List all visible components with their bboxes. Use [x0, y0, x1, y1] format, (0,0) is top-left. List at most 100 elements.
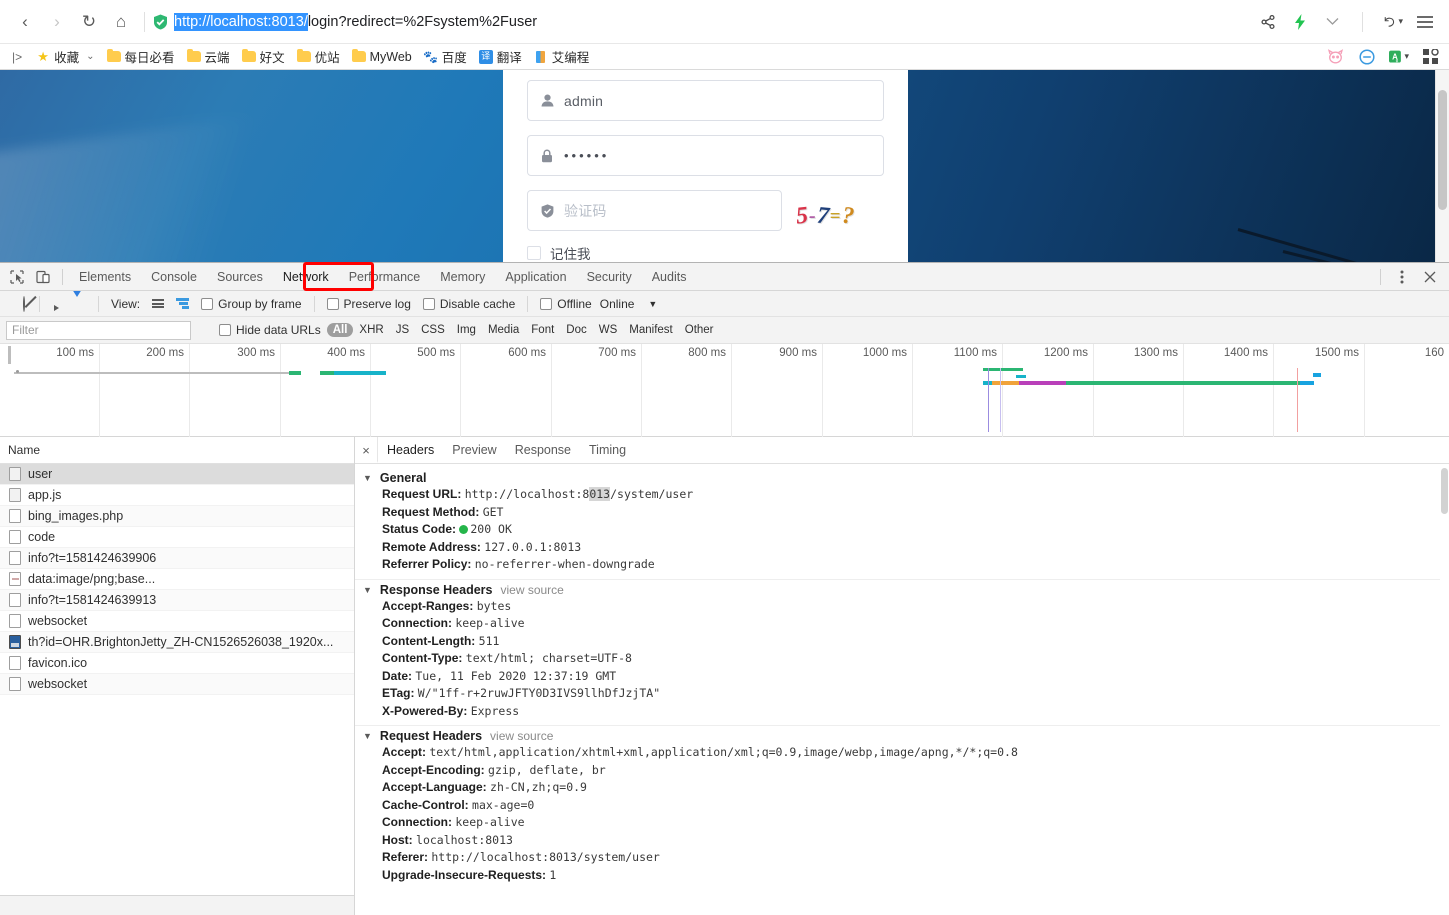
extensions-grid-icon[interactable] — [1421, 47, 1441, 67]
table-row[interactable]: data:image/png;base... — [0, 569, 354, 590]
throttling-caret-icon[interactable]: ▼ — [640, 299, 663, 309]
reload-icon[interactable]: ↻ — [74, 7, 104, 37]
response-headers-title[interactable]: ▼ Response Headers view source — [355, 583, 1449, 597]
type-filter-css[interactable]: CSS — [415, 323, 451, 337]
view-source-link[interactable]: view source — [490, 729, 553, 743]
username-field[interactable]: admin — [527, 80, 884, 121]
general-section-title[interactable]: ▼ General — [355, 471, 1449, 485]
share-icon[interactable] — [1258, 12, 1278, 32]
inspect-element-icon[interactable] — [4, 265, 30, 289]
chevron-down-icon[interactable] — [1322, 12, 1342, 32]
bookmark-item-youzhan[interactable]: 优站 — [291, 45, 346, 68]
lightning-icon[interactable] — [1290, 12, 1310, 32]
home-icon[interactable]: ⌂ — [106, 7, 136, 37]
tab-memory[interactable]: Memory — [430, 263, 495, 291]
type-filter-img[interactable]: Img — [451, 323, 482, 337]
clear-button[interactable] — [15, 295, 33, 312]
table-row[interactable]: info?t=1581424639913 — [0, 590, 354, 611]
type-filter-other[interactable]: Other — [679, 323, 720, 337]
device-toolbar-icon[interactable] — [30, 265, 56, 289]
bookmark-item-yunduan[interactable]: 云端 — [181, 45, 236, 68]
detail-scrollbar[interactable] — [1440, 464, 1449, 915]
bookmark-item-meiribikan[interactable]: 每日必看 — [101, 45, 181, 68]
type-filter-all[interactable]: All — [326, 323, 354, 337]
bookmark-item-aibiancheng[interactable]: 艾编程 — [528, 45, 596, 68]
type-filter-font[interactable]: Font — [525, 323, 560, 337]
table-row[interactable]: bing_images.php — [0, 506, 354, 527]
throttling-select[interactable]: Online — [598, 297, 641, 311]
list-view-icon[interactable] — [146, 299, 170, 308]
tab-timing[interactable]: Timing — [580, 437, 635, 463]
more-options-icon[interactable] — [1389, 265, 1415, 289]
waterfall-view-icon[interactable] — [170, 298, 195, 309]
table-row[interactable]: favicon.ico — [0, 653, 354, 674]
triangle-down-icon[interactable]: ▼ — [363, 731, 372, 741]
captcha-field[interactable]: 验证码 — [527, 190, 782, 231]
forward-icon[interactable]: › — [42, 7, 72, 37]
triangle-down-icon[interactable]: ▼ — [363, 473, 372, 483]
back-icon[interactable]: ‹ — [10, 7, 40, 37]
disable-cache-checkbox[interactable] — [422, 297, 435, 310]
table-row[interactable]: app.js — [0, 485, 354, 506]
password-field[interactable]: •••••• — [527, 135, 884, 176]
view-source-link[interactable]: view source — [500, 583, 563, 597]
table-row[interactable]: info?t=1581424639906 — [0, 548, 354, 569]
tab-sources[interactable]: Sources — [207, 263, 273, 291]
offline-checkbox[interactable] — [540, 297, 553, 310]
hide-data-urls-option[interactable]: Hide data URLs — [213, 323, 327, 337]
tab-network[interactable]: Network — [273, 263, 339, 291]
table-row[interactable]: user — [0, 464, 354, 485]
tab-preview[interactable]: Preview — [443, 437, 505, 463]
network-overview-timeline[interactable]: 100 ms 200 ms 300 ms 400 ms 500 ms 600 m… — [0, 344, 1449, 437]
tab-application[interactable]: Application — [495, 263, 576, 291]
address-bar[interactable]: http://localhost:8013/login?redirect=%2F… — [153, 7, 1258, 37]
type-filter-media[interactable]: Media — [482, 323, 525, 337]
history-back-icon[interactable]: ▾ — [1383, 12, 1403, 32]
translate-ext-icon[interactable]: Aᵩ ▾ — [1389, 47, 1409, 67]
page-scrollbar[interactable] — [1435, 70, 1449, 262]
remember-me-row[interactable]: 记住我 — [527, 243, 884, 262]
tab-audits[interactable]: Audits — [642, 263, 697, 291]
type-filter-doc[interactable]: Doc — [560, 323, 592, 337]
table-row[interactable]: code — [0, 527, 354, 548]
disable-cache-option[interactable]: Disable cache — [417, 297, 521, 311]
bookmark-item-haowen[interactable]: 好文 — [236, 45, 291, 68]
type-filter-xhr[interactable]: XHR — [353, 323, 389, 337]
close-devtools-icon[interactable] — [1417, 265, 1443, 289]
tab-response[interactable]: Response — [506, 437, 580, 463]
group-by-frame-checkbox[interactable] — [201, 297, 214, 310]
triangle-down-icon[interactable]: ▼ — [363, 585, 372, 595]
table-row[interactable]: websocket — [0, 674, 354, 695]
table-row[interactable]: th?id=OHR.BrightonJetty_ZH-CN1526526038_… — [0, 632, 354, 653]
bookmark-item-fanyi[interactable]: 译 翻译 — [473, 45, 528, 68]
requests-list[interactable]: user app.js bing_images.php code info?t=… — [0, 464, 354, 895]
requests-column-header[interactable]: Name — [0, 437, 354, 464]
captcha-image[interactable]: 5 - 7 = ? — [795, 202, 855, 230]
bookmark-item-baidu[interactable]: 🐾 百度 — [418, 45, 473, 68]
cat-icon[interactable] — [1325, 47, 1345, 67]
tab-headers[interactable]: Headers — [377, 437, 444, 463]
table-row[interactable]: websocket — [0, 611, 354, 632]
tab-console[interactable]: Console — [141, 263, 207, 291]
page-scrollbar-thumb[interactable] — [1438, 90, 1447, 210]
request-headers-title[interactable]: ▼ Request Headers view source — [355, 729, 1449, 743]
preserve-log-option[interactable]: Preserve log — [321, 297, 417, 311]
tab-security[interactable]: Security — [577, 263, 642, 291]
group-by-frame-option[interactable]: Group by frame — [195, 297, 307, 311]
hide-data-urls-checkbox[interactable] — [219, 324, 231, 336]
chevron-down-icon[interactable]: ⌄ — [86, 51, 94, 62]
offline-option[interactable]: Offline — [534, 297, 597, 311]
bookmarks-overflow-icon[interactable]: |> — [8, 50, 30, 64]
bookmark-item-shoucang[interactable]: ★ 收藏 ⌄ — [30, 45, 100, 68]
type-filter-manifest[interactable]: Manifest — [623, 323, 678, 337]
detail-scrollbar-thumb[interactable] — [1441, 468, 1448, 514]
filter-icon[interactable] — [62, 285, 92, 311]
filter-input[interactable]: Filter — [6, 320, 191, 340]
type-filter-js[interactable]: JS — [390, 323, 415, 337]
block-icon[interactable] — [1357, 47, 1377, 67]
type-filter-ws[interactable]: WS — [593, 323, 624, 337]
remember-me-checkbox[interactable] — [527, 246, 541, 260]
tab-elements[interactable]: Elements — [69, 263, 141, 291]
preserve-log-checkbox[interactable] — [326, 297, 339, 310]
bookmark-item-myweb[interactable]: MyWeb — [346, 48, 418, 66]
